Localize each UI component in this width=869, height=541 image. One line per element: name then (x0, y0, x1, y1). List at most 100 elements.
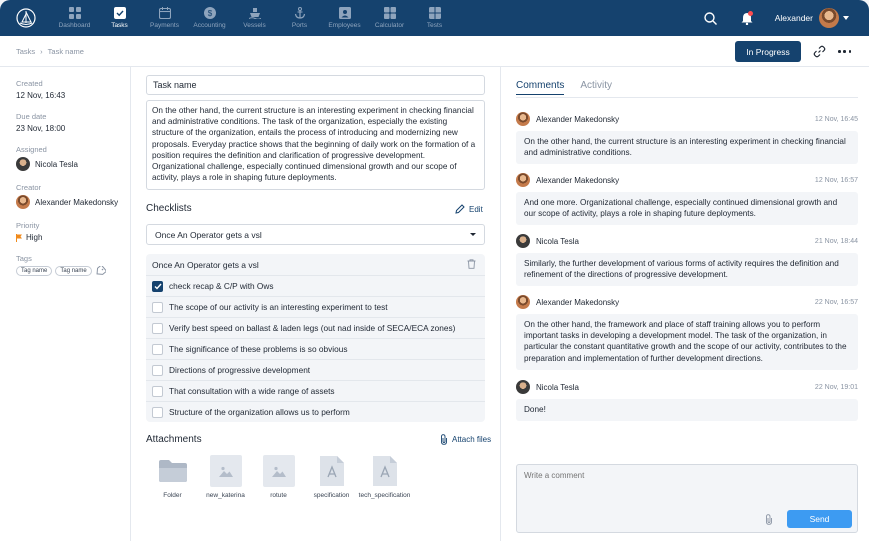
checkbox-checked[interactable] (152, 280, 163, 292)
comment-author: Nicola Tesla (536, 382, 579, 392)
comment-header: Alexander Makedonsky 12 Nov, 16:57 (516, 173, 858, 187)
checkbox[interactable] (152, 301, 163, 313)
dollar-icon: $ (203, 7, 216, 19)
nav-label: Tasks (111, 22, 128, 29)
comment-text: And one more. Organizational challenge, … (516, 192, 858, 225)
task-title-input[interactable] (146, 75, 485, 95)
breadcrumb-current: Task name (47, 46, 84, 56)
nav-item-tasks[interactable]: Tasks (97, 0, 142, 36)
created-label: Created (16, 79, 43, 88)
notifications-bell-icon[interactable] (739, 10, 755, 26)
nav-item-employees[interactable]: Employees (322, 0, 367, 36)
more-options-icon[interactable] (838, 45, 851, 58)
tab-activity[interactable]: Activity (580, 80, 612, 95)
caret-down-icon (470, 233, 476, 236)
comment-header: Alexander Makedonsky 12 Nov, 16:45 (516, 112, 858, 126)
search-icon[interactable] (703, 10, 719, 26)
assigned-value[interactable]: Nicola Tesla (16, 157, 130, 171)
nav-label: Employees (328, 22, 361, 29)
checkbox[interactable] (152, 406, 163, 418)
breadcrumb-root[interactable]: Tasks (16, 47, 35, 56)
chevron-right-icon: › (40, 46, 43, 56)
app-logo-icon[interactable] (0, 0, 52, 36)
comment-time: 22 Nov, 19:01 (814, 383, 858, 391)
attachment-image[interactable]: new_katerina (199, 455, 252, 500)
nav-item-vessels[interactable]: Vessels (232, 0, 277, 36)
assignee-name: Nicola Tesla (35, 159, 78, 169)
tags-list: Tag name Tag name (16, 264, 130, 276)
nav-label: Tests (426, 22, 443, 29)
attachment-name: tech_specification (358, 492, 411, 499)
comment-avatar (516, 112, 530, 126)
tests-icon (428, 7, 441, 19)
checklist-title: Once An Operator gets a vsl (152, 259, 259, 270)
nav-item-dashboard[interactable]: Dashboard (52, 0, 97, 36)
checklist-item[interactable]: That consultation with a wide range of a… (146, 380, 485, 401)
document-icon (316, 455, 348, 487)
checklist-item[interactable]: The significance of these problems is so… (146, 338, 485, 359)
attachment-name: Folder (163, 492, 182, 499)
tag-chip[interactable]: Tag name (16, 266, 53, 276)
checkbox[interactable] (152, 385, 163, 397)
checklist-item[interactable]: Directions of progressive development (146, 359, 485, 380)
checklist-item-text: Directions of progressive development (169, 365, 311, 375)
task-meta-panel: Created 12 Nov, 16:43 Due date 23 Nov, 1… (0, 67, 131, 541)
checklist-item[interactable]: Verify best speed on ballast & laden leg… (146, 317, 485, 338)
assignee-avatar (16, 157, 30, 171)
trash-icon[interactable] (467, 258, 476, 271)
task-header: Tasks › Task name In Progress (0, 36, 869, 67)
nav-item-tests[interactable]: Tests (412, 0, 457, 36)
checklist-item-text: Verify best speed on ballast & laden leg… (169, 323, 456, 333)
priority-value[interactable]: High (16, 233, 130, 242)
add-tag-icon[interactable] (95, 264, 107, 276)
tab-comments[interactable]: Comments (516, 80, 565, 95)
link-icon[interactable] (813, 45, 826, 58)
send-button[interactable]: Send (787, 510, 852, 528)
nav-item-ports[interactable]: Ports (277, 0, 322, 36)
checklist-item[interactable]: check recap & C/P with Ows (146, 275, 485, 296)
attachment-document[interactable]: tech_specification (358, 455, 411, 500)
checklist-item[interactable]: The scope of our activity is an interest… (146, 296, 485, 317)
attach-files-label: Attach files (452, 435, 492, 444)
checklist-select[interactable]: Once An Operator gets a vsl (146, 224, 485, 245)
nav-item-accounting[interactable]: $ Accounting (187, 0, 232, 36)
comment-time: 22 Nov, 16:57 (814, 298, 858, 306)
nav-item-calculator[interactable]: Calculator (367, 0, 412, 36)
notification-badge (747, 11, 753, 16)
checklist-item-text: The significance of these problems is so… (169, 344, 348, 354)
task-description[interactable]: On the other hand, the current structure… (146, 100, 485, 190)
flag-icon (16, 234, 22, 242)
breadcrumb: Tasks › Task name (16, 47, 84, 56)
attachment-document[interactable]: specification (305, 455, 358, 500)
checklist-item[interactable]: Structure of the organization allows us … (146, 401, 485, 422)
checkbox[interactable] (152, 343, 163, 355)
creator-avatar (16, 195, 30, 209)
comment-time: 21 Nov, 18:44 (814, 237, 858, 245)
user-avatar[interactable] (819, 8, 839, 28)
ship-icon (248, 7, 261, 19)
status-button[interactable]: In Progress (735, 41, 801, 62)
calendar-icon (158, 7, 171, 19)
comment-author: Alexander Makedonsky (536, 175, 620, 185)
attachment-folder[interactable]: Folder (146, 455, 199, 500)
comment-input[interactable] (524, 471, 844, 480)
checkbox[interactable] (152, 322, 163, 334)
nav-item-payments[interactable]: Payments (142, 0, 187, 36)
chevron-down-icon[interactable] (843, 16, 849, 20)
attachment-name: new_katerina (206, 492, 245, 499)
priority-label: Priority (16, 221, 40, 230)
due-date-value[interactable]: 23 Nov, 18:00 (16, 124, 130, 133)
checkbox[interactable] (152, 364, 163, 376)
comment-avatar (516, 380, 530, 394)
attach-files-button[interactable]: Attach files (440, 434, 491, 445)
edit-checklist-button[interactable]: Edit (455, 204, 483, 214)
image-icon (209, 455, 242, 487)
comments-tabs: Comments Activity (516, 80, 628, 95)
attachment-image[interactable]: rotute (252, 455, 305, 500)
calculator-icon (383, 7, 396, 19)
creator-label: Creator (16, 183, 42, 192)
tag-chip[interactable]: Tag name (55, 266, 92, 276)
attachments-heading: Attachments (146, 434, 202, 445)
paperclip-icon[interactable] (765, 514, 775, 525)
user-name[interactable]: Alexander (775, 13, 813, 23)
